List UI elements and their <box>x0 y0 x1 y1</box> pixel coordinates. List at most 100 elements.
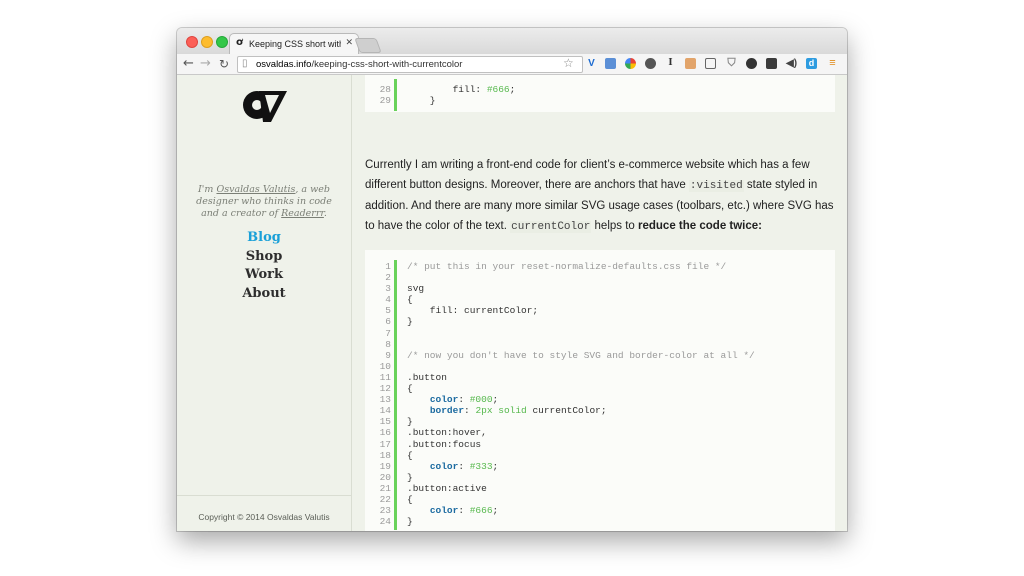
code-token-plain: svg <box>407 283 425 295</box>
code-token-prop: color <box>429 505 459 517</box>
code-line: ​ <box>407 328 755 339</box>
forward-icon[interactable]: → <box>200 55 211 73</box>
extension-avatar-icon[interactable] <box>685 58 696 69</box>
code-value: #666 <box>486 84 510 95</box>
inline-code-currentcolor: currentColor <box>510 221 592 233</box>
code-token-plain: .button:hover, <box>407 427 487 439</box>
code-line: border: 2px solid currentColor; <box>407 405 755 416</box>
line-number: 9 <box>385 349 391 361</box>
tab-title: Keeping CSS short with cu <box>249 39 341 49</box>
code-token-val: #000 <box>469 394 493 406</box>
line-number: 23 <box>379 505 391 517</box>
bio-prefix: I'm <box>198 184 217 195</box>
bio-suffix: . <box>323 208 327 219</box>
code-token-plain: } <box>407 516 413 528</box>
code-token-plain: } <box>407 471 413 483</box>
code-line: { <box>407 294 755 305</box>
line-number: 22 <box>379 493 391 505</box>
extension-i-icon[interactable]: I <box>665 58 676 69</box>
code-line: color: #666; <box>407 505 755 516</box>
address-bar[interactable]: ▯ osvaldas.info/keeping-css-short-with-c… <box>237 56 583 73</box>
extension-v-icon[interactable]: V <box>586 58 597 69</box>
line-number: 5 <box>385 305 391 317</box>
code-token-plain: : <box>458 505 470 517</box>
code-token-plain: { <box>407 449 413 461</box>
article-paragraph: Currently I am writing a front-end code … <box>365 155 840 237</box>
code-token-plain: currentColor; <box>526 405 607 417</box>
tab-close-icon[interactable]: ✕ <box>345 37 353 48</box>
code-line: } <box>407 95 515 106</box>
extension-color-icon[interactable] <box>625 58 636 69</box>
code-token-plain: .button <box>407 371 447 383</box>
ov-logo-icon: ơ <box>236 37 243 48</box>
code-line: } <box>407 472 755 483</box>
extension-compass-icon[interactable] <box>645 58 656 69</box>
code-token-plain: : <box>458 460 470 472</box>
paragraph-text: helps to <box>591 220 639 232</box>
url-text: osvaldas.info/keeping-css-short-with-cur… <box>256 59 463 70</box>
back-icon[interactable]: ← <box>183 55 194 73</box>
code-token-plain: ; <box>492 460 499 472</box>
code-lines: /* put this in your reset-normalize-defa… <box>407 261 755 527</box>
close-window-button[interactable] <box>186 36 198 48</box>
reload-icon[interactable]: ↻ <box>219 55 229 73</box>
code-text: fill: <box>407 84 487 95</box>
code-token-val: 2px solid <box>475 405 527 417</box>
code-token-plain: } <box>407 416 413 428</box>
code-token-prop: color <box>429 460 459 472</box>
nav-work[interactable]: Work <box>177 266 351 285</box>
extension-audio-icon[interactable]: ◀) <box>786 58 797 69</box>
line-number: 19 <box>379 460 391 472</box>
line-number: 28 <box>379 84 391 95</box>
nav-blog[interactable]: Blog <box>177 229 351 248</box>
inline-code-visited: :visited <box>688 180 744 192</box>
line-number: 17 <box>379 438 391 450</box>
code-line: color: #333; <box>407 461 755 472</box>
line-number: 8 <box>385 338 391 350</box>
nav-about[interactable]: About <box>177 285 351 304</box>
paragraph-bold: reduce the code twice: <box>638 220 762 232</box>
extension-screenshot-icon[interactable] <box>605 58 616 69</box>
minimize-window-button[interactable] <box>201 36 213 48</box>
code-line: ​ <box>407 361 755 372</box>
code-line: } <box>407 316 755 327</box>
page-icon: ▯ <box>242 58 248 69</box>
code-token-plain: ; <box>492 505 499 517</box>
zoom-window-button[interactable] <box>216 36 228 48</box>
menu-icon[interactable]: ≡ <box>827 58 838 69</box>
line-number: 14 <box>379 405 391 417</box>
line-number: 4 <box>385 294 391 306</box>
code-token-plain: ; <box>492 394 499 406</box>
code-token-plain: { <box>407 383 413 395</box>
author-link[interactable]: Osvaldas Valutis <box>216 184 295 195</box>
line-number: 24 <box>379 516 391 528</box>
extension-eyedropper-icon[interactable] <box>766 58 777 69</box>
new-tab-button[interactable] <box>354 38 382 53</box>
extension-d-icon[interactable]: d <box>806 58 817 69</box>
extension-frame-icon[interactable] <box>705 58 716 69</box>
sidebar: I'm Osvaldas Valutis, a web designer who… <box>177 75 352 531</box>
line-number: 6 <box>385 316 391 328</box>
star-icon[interactable]: ☆ <box>563 56 574 70</box>
line-number: 3 <box>385 283 391 295</box>
code-token-plain: fill: currentColor; <box>407 305 539 317</box>
nav-shop[interactable]: Shop <box>177 248 351 267</box>
code-line: } <box>407 516 755 527</box>
extension-shield-icon[interactable]: ⛉ <box>726 58 737 69</box>
ov-logo-icon[interactable] <box>241 86 287 122</box>
code-token-prop: color <box>429 394 459 406</box>
article-content: 28 29 fill: #666; } Currently I am writin… <box>352 75 847 531</box>
browser-tab[interactable]: ơ Keeping CSS short with cu ✕ <box>229 33 359 55</box>
code-token-plain: : <box>464 405 476 417</box>
code-line: color: #000; <box>407 394 755 405</box>
code-block-css: 1 2 3 4 5 6 7 8 9 10 11 12 13 14 15 16 17 18 19 20 21 22 23 24 … <box>365 250 835 531</box>
code-line: } <box>407 416 755 427</box>
extension-record-icon[interactable] <box>746 58 757 69</box>
code-line: .button <box>407 372 755 383</box>
line-number: 2 <box>385 272 391 284</box>
line-numbers: 28 29 <box>365 84 391 106</box>
copyright: Copyright © 2014 Osvaldas Valutis <box>198 512 330 522</box>
readerrr-link[interactable]: Readerrr <box>281 208 324 219</box>
